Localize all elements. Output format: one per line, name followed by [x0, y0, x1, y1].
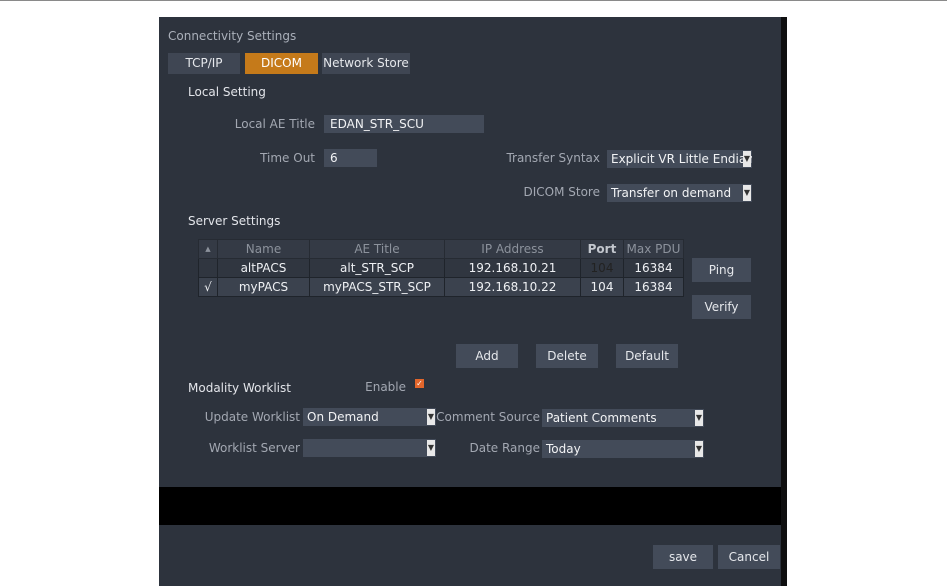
- window-title: Connectivity Settings: [168, 29, 297, 43]
- row-name[interactable]: myPACS: [217, 277, 310, 297]
- table-header-row: ▲ Name AE Title IP Address Port Max PDU: [198, 239, 684, 259]
- dropdown-arrow-icon: ▼: [695, 441, 703, 457]
- row-max-pdu[interactable]: 16384: [623, 277, 684, 297]
- tab-dicom[interactable]: DICOM: [245, 53, 318, 74]
- date-range-select[interactable]: Today ▼: [542, 440, 704, 458]
- time-out-label: Time Out: [260, 151, 315, 165]
- comment-source-value: Patient Comments: [546, 411, 657, 425]
- row-ip-address[interactable]: 192.168.10.22: [444, 277, 581, 297]
- time-out-input[interactable]: 6: [324, 149, 377, 167]
- delete-button[interactable]: Delete: [536, 344, 598, 368]
- local-ae-title-label: Local AE Title: [234, 117, 315, 131]
- transfer-syntax-select[interactable]: Explicit VR Little Endian ▼: [607, 150, 752, 168]
- dropdown-arrow-icon: ▼: [695, 410, 703, 426]
- tab-network-store[interactable]: Network Store: [322, 53, 410, 74]
- column-header-port[interactable]: Port: [580, 239, 624, 259]
- dicom-store-select[interactable]: Transfer on demand ▼: [607, 184, 752, 202]
- date-range-label: Date Range: [469, 441, 540, 455]
- comment-source-label: Comment Source: [436, 410, 540, 424]
- row-ae-title[interactable]: alt_STR_SCP: [309, 258, 445, 278]
- column-header-ae-title[interactable]: AE Title: [309, 239, 445, 259]
- update-worklist-select[interactable]: On Demand ▼: [303, 408, 436, 426]
- modality-worklist-heading: Modality Worklist: [188, 381, 291, 395]
- default-button[interactable]: Default: [616, 344, 678, 368]
- table-row[interactable]: √ myPACS myPACS_STR_SCP 192.168.10.22 10…: [198, 277, 684, 297]
- row-check[interactable]: [198, 258, 218, 278]
- column-header-ip-address[interactable]: IP Address: [444, 239, 581, 259]
- update-worklist-label: Update Worklist: [204, 410, 300, 424]
- worklist-server-label: Worklist Server: [208, 441, 300, 455]
- cancel-button[interactable]: Cancel: [718, 545, 780, 569]
- dropdown-arrow-icon: ▼: [743, 151, 751, 167]
- add-button[interactable]: Add: [456, 344, 518, 368]
- row-name[interactable]: altPACS: [217, 258, 310, 278]
- server-settings-heading: Server Settings: [188, 214, 281, 228]
- date-range-value: Today: [546, 442, 581, 456]
- tab-tcpip[interactable]: TCP/IP: [168, 53, 240, 74]
- dicom-store-label: DICOM Store: [523, 185, 601, 199]
- row-check[interactable]: √: [198, 277, 218, 297]
- server-table: ▲ Name AE Title IP Address Port Max PDU …: [198, 239, 684, 297]
- worklist-server-select[interactable]: ▼: [303, 439, 436, 457]
- ping-button[interactable]: Ping: [692, 258, 751, 282]
- update-worklist-value: On Demand: [307, 410, 379, 424]
- dicom-store-value: Transfer on demand: [611, 186, 732, 200]
- local-ae-title-input[interactable]: EDAN_STR_SCU: [324, 115, 484, 133]
- dropdown-arrow-icon: ▼: [743, 185, 751, 201]
- enable-label: Enable: [365, 380, 406, 394]
- column-header-name[interactable]: Name: [217, 239, 310, 259]
- save-button[interactable]: save: [653, 545, 713, 569]
- table-row[interactable]: altPACS alt_STR_SCP 192.168.10.21 104 16…: [198, 258, 684, 278]
- row-port[interactable]: 104: [580, 258, 624, 278]
- row-port[interactable]: 104: [580, 277, 624, 297]
- row-max-pdu[interactable]: 16384: [623, 258, 684, 278]
- verify-button[interactable]: Verify: [692, 295, 751, 319]
- enable-checkbox[interactable]: ✓: [415, 379, 424, 388]
- row-ae-title[interactable]: myPACS_STR_SCP: [309, 277, 445, 297]
- top-divider: [0, 0, 947, 1]
- transfer-syntax-label: Transfer Syntax: [506, 151, 600, 165]
- local-setting-heading: Local Setting: [188, 85, 266, 99]
- sort-indicator-icon[interactable]: ▲: [198, 239, 218, 259]
- footer-separator-band: [159, 487, 781, 525]
- panel-edge: [781, 17, 787, 586]
- worklist-server-value: [305, 441, 307, 455]
- comment-source-select[interactable]: Patient Comments ▼: [542, 409, 704, 427]
- transfer-syntax-value: Explicit VR Little Endian: [611, 152, 752, 166]
- column-header-max-pdu[interactable]: Max PDU: [623, 239, 684, 259]
- row-ip-address[interactable]: 192.168.10.21: [444, 258, 581, 278]
- dropdown-arrow-icon: ▼: [427, 440, 435, 456]
